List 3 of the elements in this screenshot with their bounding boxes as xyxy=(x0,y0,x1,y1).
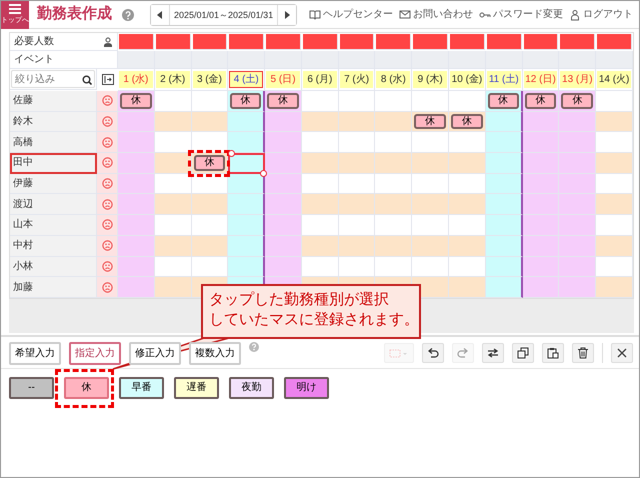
page-title: 勤務表作成 xyxy=(37,4,112,24)
row-label: イベント xyxy=(14,53,54,67)
row-label: 必要人数 xyxy=(14,34,54,49)
